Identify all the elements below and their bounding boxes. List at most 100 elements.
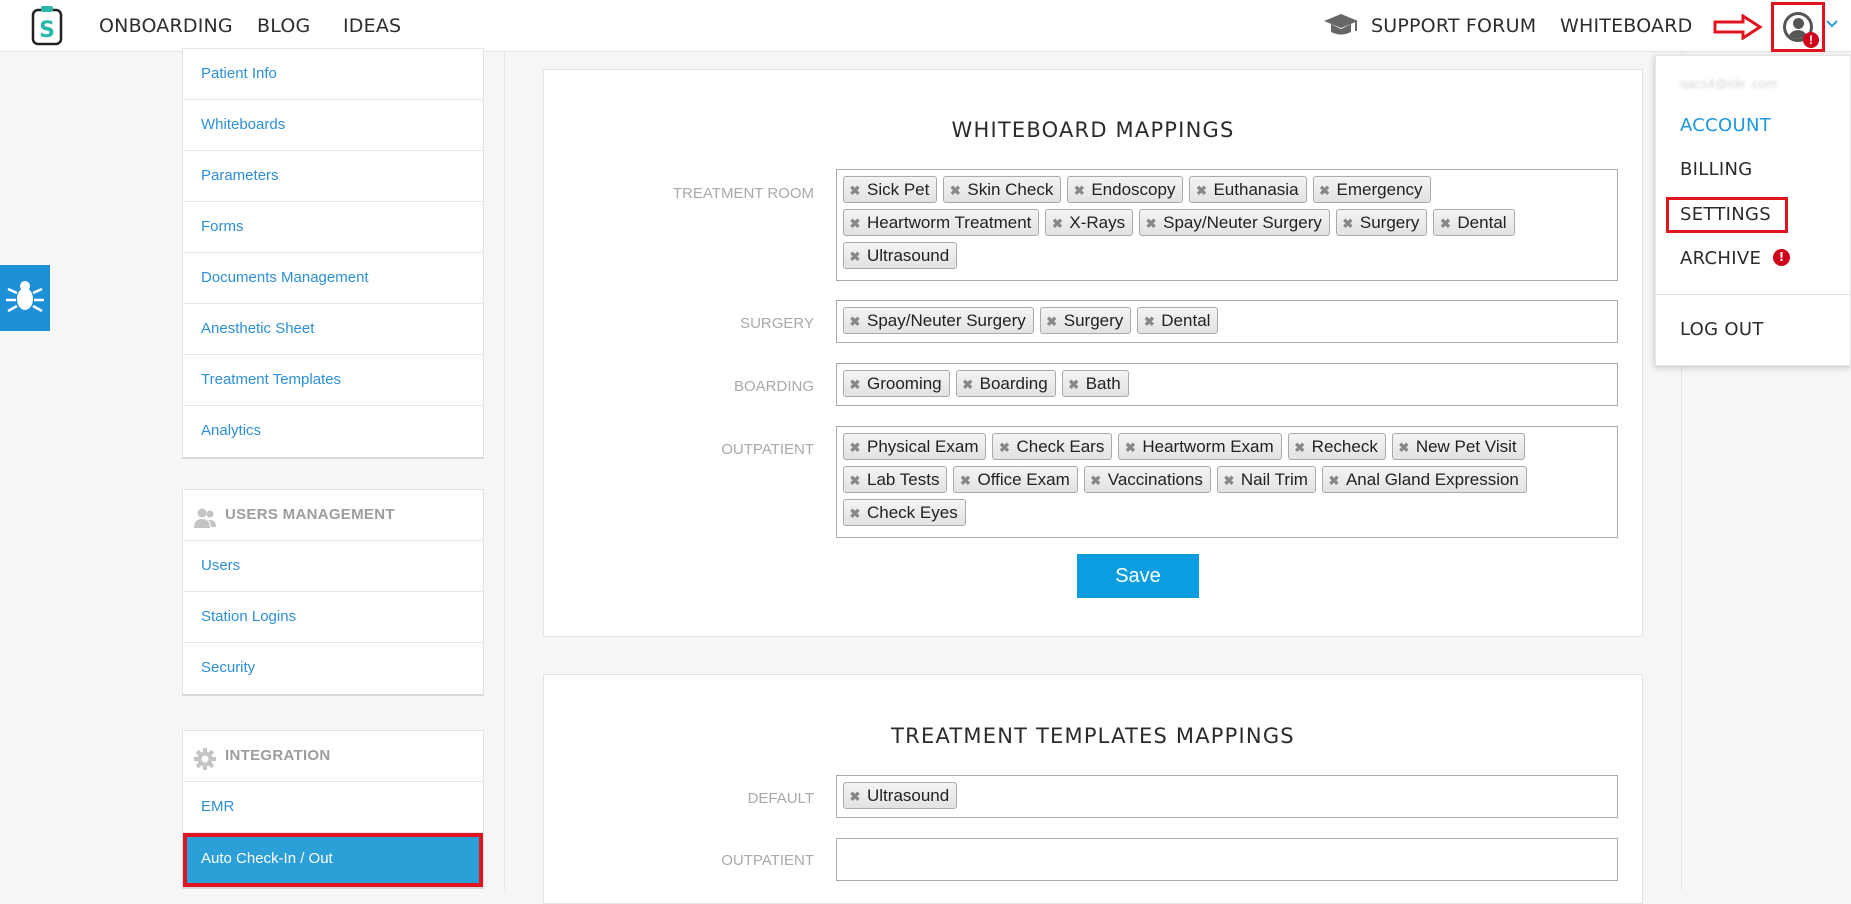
sidebar-group-general: Patient Info Whiteboards Parameters Form…: [182, 48, 484, 459]
tag-remove-icon[interactable]: ✖: [848, 435, 862, 460]
sidebar-item-security[interactable]: Security: [183, 643, 483, 694]
tag-remove-icon[interactable]: ✖: [1293, 435, 1307, 460]
tag-remove-icon[interactable]: ✖: [961, 372, 975, 397]
sidebar-item-forms[interactable]: Forms: [183, 202, 483, 253]
tag-chip: ✖ Surgery: [1335, 209, 1428, 236]
sidebar-item-emr[interactable]: EMR: [183, 782, 483, 833]
tag-remove-icon[interactable]: ✖: [848, 501, 862, 526]
menu-item-account[interactable]: ACCOUNT: [1680, 115, 1771, 136]
tag-chip: ✖ Sick Pet: [843, 176, 938, 203]
sidebar-item-station-logins[interactable]: Station Logins: [183, 592, 483, 643]
top-navigation-bar: S ONBOARDING BLOG IDEAS SUPPORT FORUM WH…: [0, 0, 1851, 52]
tag-label: Anal Gland Expression: [1345, 470, 1519, 489]
tag-remove-icon[interactable]: ✖: [1397, 435, 1411, 460]
boarding-tag-input[interactable]: ✖ Grooming ✖ Boarding ✖ Bath: [836, 363, 1618, 406]
sidebar-item-anesthetic-sheet[interactable]: Anesthetic Sheet: [183, 304, 483, 355]
nav-onboarding[interactable]: ONBOARDING: [99, 15, 233, 37]
tag-remove-icon[interactable]: ✖: [848, 211, 862, 236]
sidebar-item-auto-check-in-out[interactable]: Auto Check-In / Out: [183, 833, 483, 887]
treatment-templates-mappings-panel: TREATMENT TEMPLATES MAPPINGS DEFAULT ✖ Ul…: [543, 674, 1643, 904]
tag-remove-icon[interactable]: ✖: [1123, 435, 1137, 460]
sidebar-item-patient-info[interactable]: Patient Info: [183, 49, 483, 100]
outpatient-tag-input[interactable]: ✖ Physical Exam ✖ Check Ears ✖ Heartworm Exam…: [836, 426, 1618, 538]
tag-remove-icon[interactable]: ✖: [848, 244, 862, 269]
tag-remove-icon[interactable]: ✖: [1050, 211, 1064, 236]
nav-whiteboard[interactable]: WHITEBOARD: [1560, 15, 1692, 37]
row-label-boarding: BOARDING: [733, 378, 814, 395]
sidebar-group-integration: INTEGRATION EMR Auto Check-In / Out: [182, 730, 484, 889]
tag-remove-icon[interactable]: ✖: [1327, 468, 1341, 493]
outpatient-templates-tag-input[interactable]: [836, 838, 1618, 881]
nav-blog[interactable]: BLOG: [257, 15, 310, 37]
tag-remove-icon[interactable]: ✖: [848, 784, 862, 809]
tag-remove-icon[interactable]: ✖: [848, 178, 862, 203]
tag-remove-icon[interactable]: ✖: [1194, 178, 1208, 203]
tag-remove-icon[interactable]: ✖: [1067, 372, 1081, 397]
users-icon: [193, 501, 217, 529]
user-menu-button[interactable]: !: [1771, 2, 1825, 52]
chevron-down-icon[interactable]: [1826, 16, 1838, 32]
default-tag-input[interactable]: ✖ Ultrasound: [836, 775, 1618, 818]
tag-label: Dental: [1161, 311, 1211, 330]
tag-remove-icon[interactable]: ✖: [1318, 178, 1332, 203]
tag-remove-icon[interactable]: ✖: [848, 372, 862, 397]
tag-label: Endoscopy: [1091, 180, 1176, 199]
treatment-templates-mappings-title: TREATMENT TEMPLATES MAPPINGS: [891, 724, 1295, 748]
tag-chip: ✖ Vaccinations: [1083, 466, 1211, 493]
tag-chip: ✖ Heartworm Exam: [1118, 433, 1282, 460]
tag-chip: ✖ Dental: [1433, 209, 1515, 236]
tag-remove-icon[interactable]: ✖: [848, 309, 862, 334]
tag-remove-icon[interactable]: ✖: [1144, 211, 1158, 236]
tag-remove-icon[interactable]: ✖: [848, 468, 862, 493]
tag-remove-icon[interactable]: ✖: [1089, 468, 1103, 493]
tag-chip: ✖ Skin Check: [943, 176, 1062, 203]
tag-remove-icon[interactable]: ✖: [1072, 178, 1086, 203]
tag-label: Ultrasound: [867, 786, 950, 805]
tag-remove-icon[interactable]: ✖: [1341, 211, 1355, 236]
tag-chip: ✖ Office Exam: [953, 466, 1078, 493]
sidebar-item-parameters[interactable]: Parameters: [183, 151, 483, 202]
tag-label: Spay/Neuter Surgery: [867, 311, 1026, 330]
tag-chip: ✖ Recheck: [1287, 433, 1386, 460]
tag-remove-icon[interactable]: ✖: [1045, 309, 1059, 334]
nav-support-forum[interactable]: SUPPORT FORUM: [1371, 15, 1536, 37]
tag-remove-icon[interactable]: ✖: [997, 435, 1011, 460]
red-arrow-icon: [1713, 13, 1763, 41]
tag-label: X-Rays: [1069, 213, 1126, 232]
row-label-outpatient-templates: OUTPATIENT: [721, 852, 814, 869]
menu-item-billing[interactable]: BILLING: [1680, 159, 1753, 180]
tag-remove-icon[interactable]: ✖: [948, 178, 962, 203]
tag-remove-icon[interactable]: ✖: [1142, 309, 1156, 334]
sidebar-item-treatment-templates[interactable]: Treatment Templates: [183, 355, 483, 406]
sidebar-item-documents-management[interactable]: Documents Management: [183, 253, 483, 304]
sidebar-item-users[interactable]: Users: [183, 541, 483, 592]
row-label-outpatient: OUTPATIENT: [721, 441, 814, 458]
tag-chip: ✖ New Pet Visit: [1391, 433, 1525, 460]
tag-label: Euthanasia: [1213, 180, 1299, 199]
whiteboard-mappings-title: WHITEBOARD MAPPINGS: [951, 118, 1235, 142]
save-button[interactable]: Save: [1077, 554, 1199, 598]
tag-label: Vaccinations: [1107, 470, 1203, 489]
treatment-room-tag-input[interactable]: ✖ Sick Pet ✖ Skin Check ✖ Endoscopy ✖ Euthanasi…: [836, 169, 1618, 281]
menu-item-settings[interactable]: SETTINGS: [1680, 204, 1771, 225]
bug-report-tab[interactable]: [0, 265, 50, 331]
tag-remove-icon[interactable]: ✖: [958, 468, 972, 493]
tag-chip: ✖ Endoscopy: [1067, 176, 1184, 203]
tag-label: Sick Pet: [867, 180, 930, 199]
menu-item-logout[interactable]: LOG OUT: [1680, 319, 1764, 340]
surgery-tag-input[interactable]: ✖ Spay/Neuter Surgery ✖ Surgery ✖ Dental: [836, 300, 1618, 343]
alert-icon: !: [1773, 248, 1791, 266]
sidebar-item-analytics[interactable]: Analytics: [183, 406, 483, 457]
tag-chip: ✖ Spay/Neuter Surgery: [843, 307, 1034, 334]
logo-icon[interactable]: S: [31, 6, 63, 46]
tag-label: Surgery: [1063, 311, 1124, 330]
integration-heading: INTEGRATION: [183, 731, 483, 782]
tag-remove-icon[interactable]: ✖: [1438, 211, 1452, 236]
tag-label: Lab Tests: [867, 470, 940, 489]
whiteboard-mappings-panel: WHITEBOARD MAPPINGS TREATMENT ROOM ✖ Sick…: [543, 69, 1643, 637]
tag-remove-icon[interactable]: ✖: [1222, 468, 1236, 493]
menu-item-archive[interactable]: ARCHIVE!: [1680, 248, 1791, 269]
sidebar-item-whiteboards[interactable]: Whiteboards: [183, 100, 483, 151]
nav-ideas[interactable]: IDEAS: [343, 15, 401, 37]
tag-chip: ✖ Dental: [1137, 307, 1219, 334]
